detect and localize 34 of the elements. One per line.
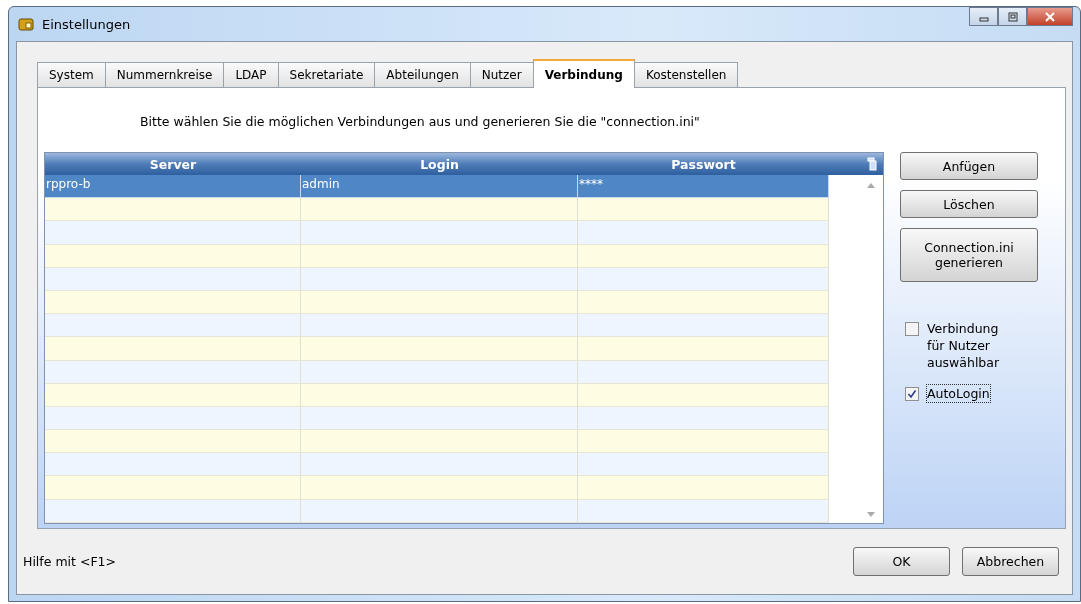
checkbox-label[interactable]: Verbindung für Nutzer auswählbar bbox=[927, 320, 1007, 371]
action-button[interactable]: Connection.ini generieren bbox=[900, 228, 1038, 282]
scroll-up-icon[interactable] bbox=[867, 183, 875, 188]
checkbox[interactable] bbox=[905, 322, 919, 336]
column-header[interactable]: Server bbox=[45, 153, 301, 175]
checkbox-label[interactable]: AutoLogin bbox=[927, 385, 990, 402]
maximize-icon[interactable] bbox=[1006, 11, 1019, 22]
maximize-button[interactable] bbox=[998, 7, 1027, 26]
minimize-button[interactable] bbox=[969, 7, 998, 26]
action-button[interactable]: Löschen bbox=[900, 190, 1038, 218]
tab[interactable]: LDAP bbox=[223, 62, 279, 87]
window-title: Einstellungen bbox=[42, 16, 131, 32]
scroll-down-icon[interactable] bbox=[867, 511, 875, 517]
checkmark-icon bbox=[907, 389, 917, 399]
tab[interactable]: Nummernkreise bbox=[104, 62, 225, 87]
close-button[interactable] bbox=[1027, 7, 1073, 26]
tab[interactable]: Abteilungen bbox=[374, 62, 471, 87]
instruction-text: Bitte wählen Sie die möglichen Verbindungen aus und generieren Sie die "connection.ini" bbox=[139, 113, 701, 128]
box-icon bbox=[18, 16, 34, 32]
tab[interactable]: Nutzer bbox=[469, 62, 534, 87]
tab[interactable]: Sekretariate bbox=[277, 62, 376, 87]
action-button[interactable]: Anfügen bbox=[900, 152, 1038, 180]
tab[interactable]: System bbox=[37, 62, 106, 87]
column-header[interactable]: Passwort bbox=[578, 153, 829, 175]
status-text: Hilfe mit <F1> bbox=[23, 554, 117, 569]
close-icon[interactable] bbox=[1044, 11, 1056, 22]
tab[interactable]: Verbindung bbox=[532, 59, 635, 88]
column-chooser-icon[interactable] bbox=[867, 157, 877, 171]
table-row[interactable]: rppro-b admin **** bbox=[45, 175, 829, 199]
checkbox[interactable] bbox=[905, 387, 919, 401]
tab[interactable]: Kostenstellen bbox=[633, 62, 739, 87]
column-header[interactable]: Login bbox=[301, 153, 578, 175]
dialog-button[interactable]: Abbrechen bbox=[962, 547, 1059, 576]
dialog-button[interactable]: OK bbox=[853, 547, 950, 576]
